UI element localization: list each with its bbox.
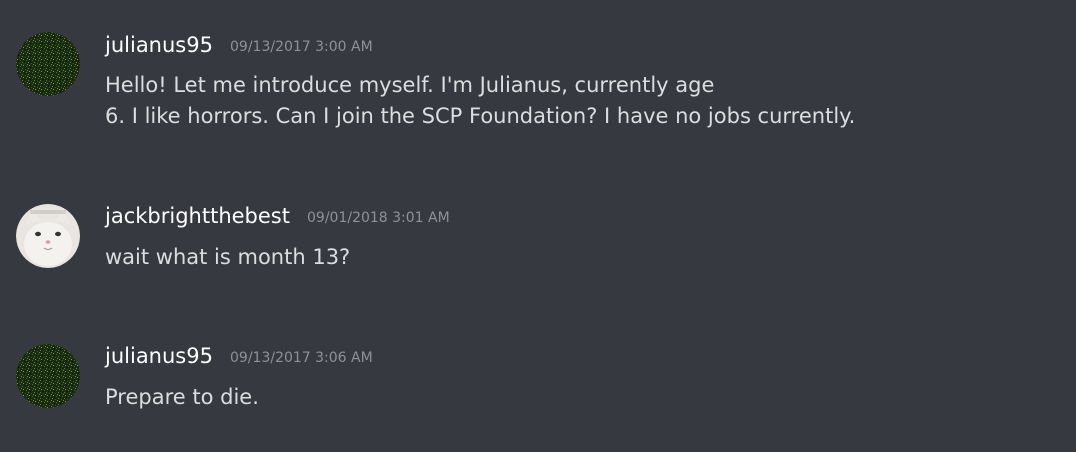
- message-timestamp: 09/13/2017 3:06 AM: [230, 350, 373, 366]
- message-author[interactable]: julianus95: [105, 343, 213, 369]
- message-text-line: Prepare to die.: [105, 385, 259, 409]
- dark-green-noise-avatar-icon[interactable]: [16, 32, 80, 96]
- dark-green-noise-avatar-icon[interactable]: [16, 344, 80, 408]
- message-content: wait what is month 13?: [105, 242, 905, 273]
- message-author[interactable]: jackbrightthebest: [105, 203, 290, 229]
- message-text-line: wait what is month 13?: [105, 245, 351, 269]
- message-text-line: 6. I like horrors. Can I join the SCP Fo…: [105, 104, 856, 128]
- message-timestamp: 09/13/2017 3:00 AM: [230, 39, 373, 55]
- message-content: Prepare to die.: [105, 382, 905, 413]
- message-timestamp: 09/01/2018 3:01 AM: [307, 210, 450, 226]
- message-text-line: Hello! Let me introduce myself. I'm Juli…: [105, 73, 715, 97]
- message-author[interactable]: julianus95: [105, 32, 213, 58]
- message-content: Hello! Let me introduce myself. I'm Juli…: [105, 70, 905, 132]
- white-cat-avatar-icon[interactable]: [16, 204, 80, 268]
- chat-message-list: julianus95 09/13/2017 3:00 AM Hello! Let…: [0, 0, 1076, 452]
